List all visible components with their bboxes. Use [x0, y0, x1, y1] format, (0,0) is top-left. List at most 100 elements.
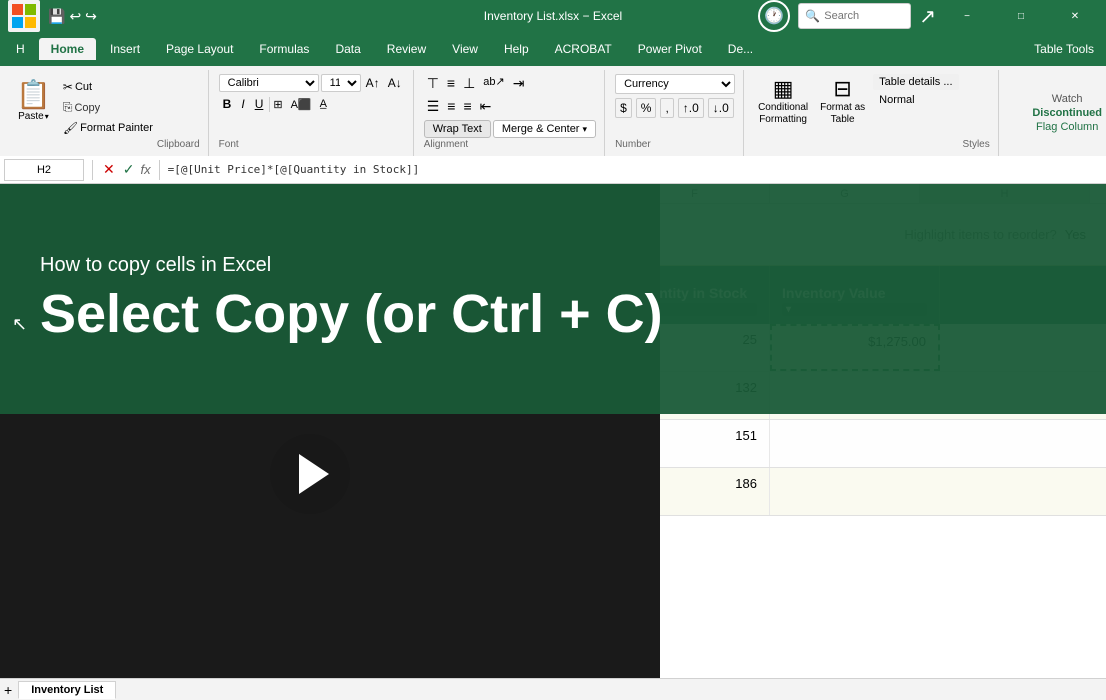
align-left-button[interactable]: ☰: [424, 97, 443, 116]
cell-qty-1[interactable]: 25: [620, 324, 770, 371]
cell-qty-2[interactable]: 132: [620, 372, 770, 419]
cell-desc-3[interactable]: Desc 3: [360, 420, 500, 467]
tab-design[interactable]: De...: [716, 38, 765, 60]
font-name-select[interactable]: Calibri: [219, 74, 319, 92]
search-box[interactable]: 🔍: [798, 3, 911, 29]
tab-help[interactable]: Help: [492, 38, 541, 60]
cell-price-1[interactable]: $51.00: [500, 324, 620, 371]
font-color-button[interactable]: A̲: [317, 97, 330, 111]
close-button[interactable]: ✕: [1052, 0, 1098, 32]
percent-format-button[interactable]: %: [636, 98, 657, 118]
cancel-formula-button[interactable]: ✕: [103, 161, 115, 178]
th-name-dropdown[interactable]: ▾: [192, 303, 347, 316]
maximize-button[interactable]: □: [998, 0, 1044, 32]
text-angle-button[interactable]: ab↗: [480, 74, 507, 93]
decrease-decimal-button[interactable]: ↓.0: [708, 98, 734, 118]
align-bottom-button[interactable]: ⊥: [460, 74, 478, 93]
decrease-indent-button[interactable]: ⇤: [477, 97, 495, 116]
underline-button[interactable]: U: [251, 96, 268, 112]
cut-button[interactable]: ✂ Cut: [59, 78, 157, 96]
save-icon[interactable]: 💾: [48, 8, 65, 25]
th-quantity[interactable]: Quantity in Stock ▾: [620, 266, 770, 324]
tab-view[interactable]: View: [440, 38, 490, 60]
th-unit-price[interactable]: Unit Price ▾: [500, 266, 620, 324]
cell-inv-val-1[interactable]: $1,275.00: [770, 324, 940, 371]
watch-label[interactable]: Watch: [1052, 93, 1083, 105]
undo-icon[interactable]: ↩: [69, 8, 81, 25]
enter-formula-button[interactable]: ✓: [123, 161, 135, 178]
function-insert-button[interactable]: fx: [140, 162, 150, 177]
cell-reference-input[interactable]: [4, 159, 84, 181]
th-inv-val-dropdown[interactable]: ▾: [782, 303, 927, 316]
wrap-text-button[interactable]: Wrap Text: [424, 120, 491, 138]
format-table-button[interactable]: ⊟ Format asTable: [816, 74, 869, 128]
minimize-button[interactable]: −: [944, 0, 990, 32]
cell-name-2[interactable]: Clock, wood: [180, 372, 360, 419]
merge-center-button[interactable]: Merge & Center ▾: [493, 120, 596, 138]
tab-powerpivot[interactable]: Power Pivot: [626, 38, 714, 60]
cell-name-1[interactable]: Clock, glass: [180, 324, 360, 371]
cell-inv-id-1[interactable]: IN0001: [50, 324, 180, 371]
th-qty-dropdown[interactable]: ▾: [632, 303, 757, 316]
search-input[interactable]: [824, 10, 904, 22]
cell-inv-val-2[interactable]: [770, 372, 940, 419]
table-details-button[interactable]: Table details ...: [873, 74, 958, 90]
cell-name-3[interactable]: Side table: [180, 420, 360, 467]
cell-inv-id-2[interactable]: IN0002: [50, 372, 180, 419]
tab-insert[interactable]: Insert: [98, 38, 152, 60]
tab-acrobat[interactable]: ACROBAT: [543, 38, 624, 60]
th-name[interactable]: Name ▾: [180, 266, 360, 324]
cell-price-4[interactable]: $10.00: [500, 468, 620, 515]
th-inventory-value[interactable]: Inventory Value ▾: [770, 266, 940, 324]
tab-formulas[interactable]: Formulas: [247, 38, 321, 60]
th-price-dropdown[interactable]: ▾: [512, 303, 607, 316]
tab-data[interactable]: Data: [323, 38, 372, 60]
paste-button[interactable]: 📋 Paste ▾: [12, 74, 55, 126]
tab-h[interactable]: H: [4, 38, 37, 60]
align-center-button[interactable]: ≡: [444, 97, 458, 116]
cell-inv-val-3[interactable]: [770, 420, 940, 467]
cell-name-4[interactable]: Bookends: [180, 468, 360, 515]
cell-desc-2[interactable]: Desc 2: [360, 372, 500, 419]
th-desc-dropdown[interactable]: ▾: [372, 303, 487, 316]
bold-button[interactable]: B: [219, 96, 236, 112]
th-inv-id-dropdown[interactable]: ▾: [62, 303, 167, 316]
th-inventory-id[interactable]: Inventory ID ▾: [50, 266, 180, 324]
align-top-button[interactable]: ⊤: [424, 74, 442, 93]
clock-icon[interactable]: 🕐: [758, 0, 790, 32]
decrease-font-button[interactable]: A↓: [385, 75, 405, 91]
cell-qty-4[interactable]: 186: [620, 468, 770, 515]
redo-icon[interactable]: ↪: [85, 8, 97, 25]
cell-desc-4[interactable]: Desc 4: [360, 468, 500, 515]
tab-pagelayout[interactable]: Page Layout: [154, 38, 245, 60]
increase-font-button[interactable]: A↑: [363, 75, 383, 91]
cell-price-2[interactable]: $93.00: [500, 372, 620, 419]
italic-button[interactable]: I: [237, 96, 248, 112]
number-format-select[interactable]: Currency General Number Percentage: [615, 74, 735, 94]
increase-decimal-button[interactable]: ↑.0: [678, 98, 704, 118]
increase-indent-button[interactable]: ⇥: [510, 74, 528, 93]
fill-color-button[interactable]: A⬛: [288, 97, 315, 112]
cell-inv-id-3[interactable]: IN0003: [50, 420, 180, 467]
align-right-button[interactable]: ≡: [460, 97, 474, 116]
share-icon[interactable]: ↗: [919, 4, 936, 29]
tab-home[interactable]: Home: [39, 38, 96, 60]
accounting-format-button[interactable]: $: [615, 98, 632, 118]
sheet-tab-inventory[interactable]: Inventory List: [18, 681, 116, 699]
cell-inv-val-4[interactable]: [770, 468, 940, 515]
cell-qty-3[interactable]: 151: [620, 420, 770, 467]
copy-button[interactable]: ⎘ Copy: [59, 98, 157, 117]
cell-desc-1[interactable]: Desc 1: [360, 324, 500, 371]
tab-review[interactable]: Review: [375, 38, 438, 60]
border-button[interactable]: ⊞: [269, 97, 285, 112]
cell-price-3[interactable]: $57.00: [500, 420, 620, 467]
th-description[interactable]: Description ▾: [360, 266, 500, 324]
comma-format-button[interactable]: ,: [660, 98, 673, 118]
format-painter-button[interactable]: 🖌 Format Painter: [59, 119, 157, 137]
add-sheet-button[interactable]: +: [4, 682, 12, 698]
normal-style-button[interactable]: Normal: [873, 92, 958, 108]
font-size-select[interactable]: 11: [321, 74, 361, 92]
conditional-formatting-button[interactable]: ▦ ConditionalFormatting: [754, 74, 812, 128]
formula-input[interactable]: [168, 163, 1102, 176]
cell-inv-id-4[interactable]: IN0004: [50, 468, 180, 515]
